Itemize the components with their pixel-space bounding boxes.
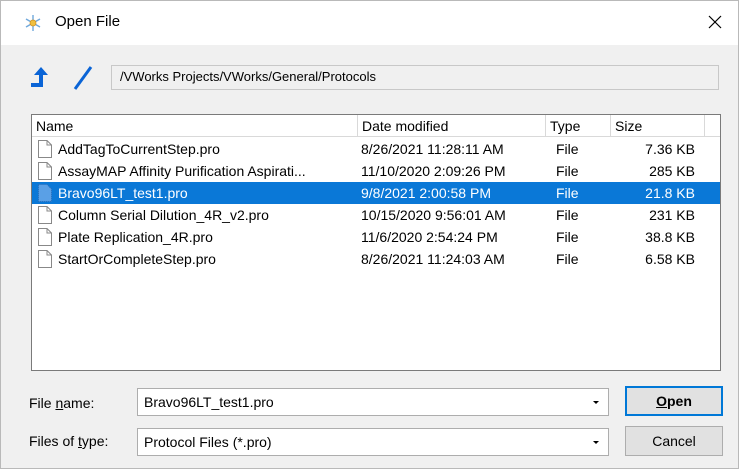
file-name-cell: StartOrCompleteStep.pro [32, 250, 358, 268]
file-rows: AddTagToCurrentStep.pro 8/26/2021 11:28:1… [32, 138, 720, 270]
column-header-type[interactable]: Type [546, 115, 611, 137]
close-button[interactable] [692, 1, 738, 45]
chevron-down-icon[interactable] [590, 395, 602, 407]
open-file-dialog: Open File /VWorks Projects/VWorks/Genera… [0, 0, 739, 469]
column-header-size[interactable]: Size [611, 115, 705, 137]
cancel-button[interactable]: Cancel [625, 426, 723, 456]
up-folder-button[interactable] [27, 63, 57, 93]
list-header: Name Date modified Type Size [32, 115, 720, 137]
size-cell: 285 KB [649, 163, 695, 179]
file-icon [38, 184, 52, 202]
type-cell: File [556, 251, 579, 267]
up-arrow-icon [27, 67, 57, 96]
file-icon [38, 162, 52, 180]
file-name-label: File name: [29, 395, 95, 411]
type-cell: File [556, 185, 579, 201]
file-icon [38, 250, 52, 268]
table-row[interactable]: Plate Replication_4R.pro 11/6/2020 2:54:2… [32, 226, 720, 248]
column-header-date[interactable]: Date modified [358, 115, 546, 137]
file-name-text: AssayMAP Affinity Purification Aspirati.… [58, 163, 306, 179]
file-type-value: Protocol Files (*.pro) [144, 434, 272, 450]
table-row[interactable]: StartOrCompleteStep.pro 8/26/2021 11:24:0… [32, 248, 720, 270]
file-name-cell: Plate Replication_4R.pro [32, 228, 358, 246]
file-name-text: Bravo96LT_test1.pro [58, 185, 188, 201]
date-modified-cell: 10/15/2020 9:56:01 AM [361, 207, 506, 223]
file-name-text: AddTagToCurrentStep.pro [58, 141, 220, 157]
file-icon [38, 228, 52, 246]
slash-icon [67, 66, 97, 96]
file-name-cell: Bravo96LT_test1.pro [32, 184, 358, 202]
root-folder-button[interactable] [67, 63, 97, 93]
file-name-value: Bravo96LT_test1.pro [144, 394, 274, 410]
file-name-cell: AddTagToCurrentStep.pro [32, 140, 358, 158]
date-modified-cell: 8/26/2021 11:28:11 AM [361, 141, 504, 157]
table-row[interactable]: Column Serial Dilution_4R_v2.pro 10/15/20… [32, 204, 720, 226]
snowflake-icon [23, 13, 43, 33]
file-name-input[interactable]: Bravo96LT_test1.pro [137, 388, 609, 416]
file-name-text: StartOrCompleteStep.pro [58, 251, 216, 267]
table-row[interactable]: Bravo96LT_test1.pro 9/8/2021 2:00:58 PM Fi… [32, 182, 720, 204]
type-cell: File [556, 207, 579, 223]
path-field[interactable]: /VWorks Projects/VWorks/General/Protocol… [111, 65, 719, 90]
size-cell: 6.58 KB [645, 251, 695, 267]
size-cell: 38.8 KB [645, 229, 695, 245]
file-type-label: Files of type: [29, 433, 109, 449]
size-cell: 7.36 KB [645, 141, 695, 157]
type-cell: File [556, 141, 579, 157]
chevron-down-icon[interactable] [590, 435, 602, 447]
window-title: Open File [55, 13, 121, 30]
title-bar: Open File [1, 1, 738, 45]
date-modified-cell: 11/10/2020 2:09:26 PM [361, 163, 506, 179]
size-cell: 231 KB [649, 207, 695, 223]
column-header-name[interactable]: Name [32, 115, 358, 137]
column-header-filler [705, 115, 720, 137]
date-modified-cell: 8/26/2021 11:24:03 AM [361, 251, 505, 267]
size-cell: 21.8 KB [645, 185, 695, 201]
file-list[interactable]: Name Date modified Type Size AddTagToCur… [31, 114, 721, 371]
file-name-text: Column Serial Dilution_4R_v2.pro [58, 207, 269, 223]
table-row[interactable]: AddTagToCurrentStep.pro 8/26/2021 11:28:1… [32, 138, 720, 160]
date-modified-cell: 11/6/2020 2:54:24 PM [361, 229, 498, 245]
date-modified-cell: 9/8/2021 2:00:58 PM [361, 185, 491, 201]
table-row[interactable]: AssayMAP Affinity Purification Aspirati.… [32, 160, 720, 182]
file-name-cell: Column Serial Dilution_4R_v2.pro [32, 206, 358, 224]
file-type-select[interactable]: Protocol Files (*.pro) [137, 428, 609, 456]
file-name-cell: AssayMAP Affinity Purification Aspirati.… [32, 162, 358, 180]
file-icon [38, 206, 52, 224]
close-icon [708, 15, 722, 32]
file-name-text: Plate Replication_4R.pro [58, 229, 213, 245]
type-cell: File [556, 163, 579, 179]
file-icon [38, 140, 52, 158]
type-cell: File [556, 229, 579, 245]
open-button[interactable]: Open [625, 386, 723, 416]
